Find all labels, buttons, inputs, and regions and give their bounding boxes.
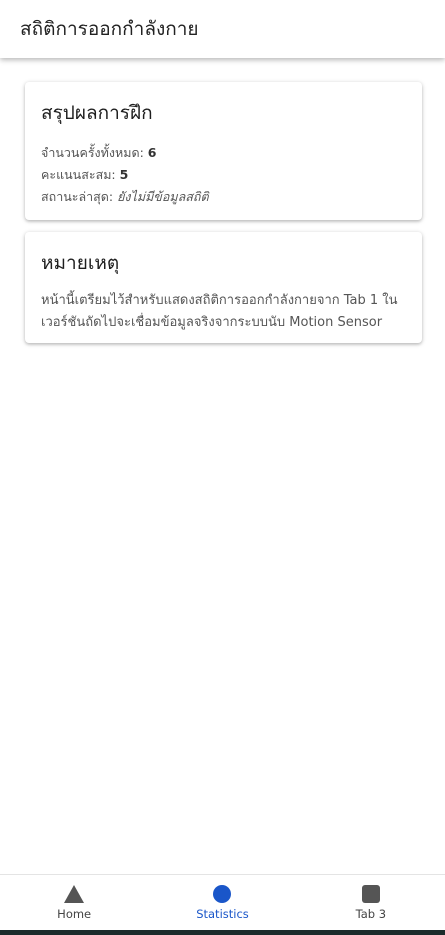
circle-icon (213, 885, 232, 903)
app-root: สถิติการออกกำลังกาย สรุปผลการฝึก จำนวนคร… (0, 0, 445, 935)
score-value: 5 (119, 167, 129, 182)
total-count-value: 6 (147, 145, 157, 160)
tab-home[interactable]: Home (0, 875, 148, 930)
tab-statistics-label: Statistics (196, 907, 249, 921)
score-row: คะแนนสะสม: 5 (41, 164, 406, 186)
app-header: สถิติการออกกำลังกาย (0, 0, 445, 58)
status-value: ยังไม่มีข้อมูลสถิติ (117, 189, 209, 204)
status-row: สถานะล่าสุด: ยังไม่มีข้อมูลสถิติ (41, 186, 406, 208)
note-text: หน้านี้เตรียมไว้สำหรับแสดงสถิติการออกกำล… (41, 293, 398, 330)
square-icon (361, 885, 380, 903)
tab-3[interactable]: Tab 3 (297, 875, 445, 930)
note-card: หมายเหตุ หน้านี้เตรียมไว้สำหรับแสดงสถิติ… (25, 232, 422, 343)
bottom-tab-bar: Home Statistics Tab 3 (0, 874, 445, 930)
summary-card-title: สรุปผลการฝึก (41, 102, 153, 124)
note-card-title: หมายเหตุ (41, 252, 120, 274)
score-label: คะแนนสะสม: (41, 167, 116, 182)
tab-statistics[interactable]: Statistics (148, 875, 296, 930)
status-label: สถานะล่าสุด: (41, 189, 114, 204)
page-title: สถิติการออกกำลังกาย (20, 18, 199, 40)
triangle-icon (64, 885, 85, 903)
total-count-row: จำนวนครั้งทั้งหมด: 6 (41, 142, 406, 164)
total-count-label: จำนวนครั้งทั้งหมด: (41, 145, 144, 160)
summary-card: สรุปผลการฝึก จำนวนครั้งทั้งหมด: 6 คะแนนส… (25, 82, 422, 220)
tab-home-label: Home (57, 907, 92, 921)
editor-status-strip (0, 930, 445, 935)
tab-3-label: Tab 3 (355, 907, 387, 921)
